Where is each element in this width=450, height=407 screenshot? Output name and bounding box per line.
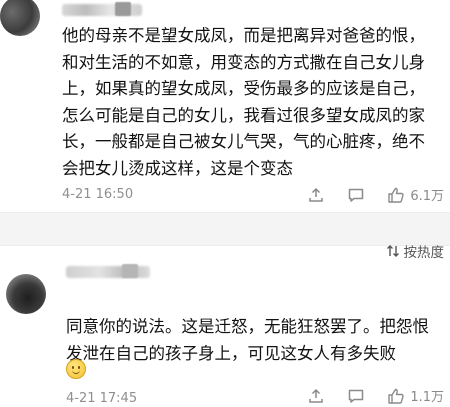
comment-text: 同意你的说法。这是迁怒，无能狂怒罢了。把怨恨发泄在自己的孩子身上，可见这女人有多… — [66, 317, 429, 363]
comment-icon[interactable] — [347, 387, 365, 405]
comment-text: 他的母亲不是望女成凤，而是把离异对爸爸的恨，和对生活的不如意，用变态的方式撒在自… — [62, 26, 425, 178]
like-count: 6.1万 — [410, 189, 444, 204]
like-icon — [388, 187, 404, 203]
share-icon[interactable] — [307, 387, 325, 405]
comment-actions: 1.1万 — [307, 386, 444, 405]
smile-emoji-icon — [66, 359, 86, 379]
avatar[interactable] — [0, 0, 40, 36]
share-icon[interactable] — [307, 186, 325, 204]
like-icon — [388, 388, 404, 404]
like-button[interactable]: 1.1万 — [387, 386, 444, 405]
like-button[interactable]: 6.1万 — [387, 185, 444, 204]
comment-time: 4-21 17:45 — [66, 391, 138, 406]
user-badge-blurred — [122, 264, 138, 278]
comment-actions: 6.1万 — [307, 185, 444, 204]
avatar[interactable] — [6, 274, 46, 314]
user-badge-blurred — [115, 2, 131, 16]
like-count: 1.1万 — [410, 390, 444, 405]
section-divider — [0, 212, 450, 246]
comment-icon[interactable] — [347, 186, 365, 204]
comment-time: 4-21 16:50 — [62, 187, 134, 202]
